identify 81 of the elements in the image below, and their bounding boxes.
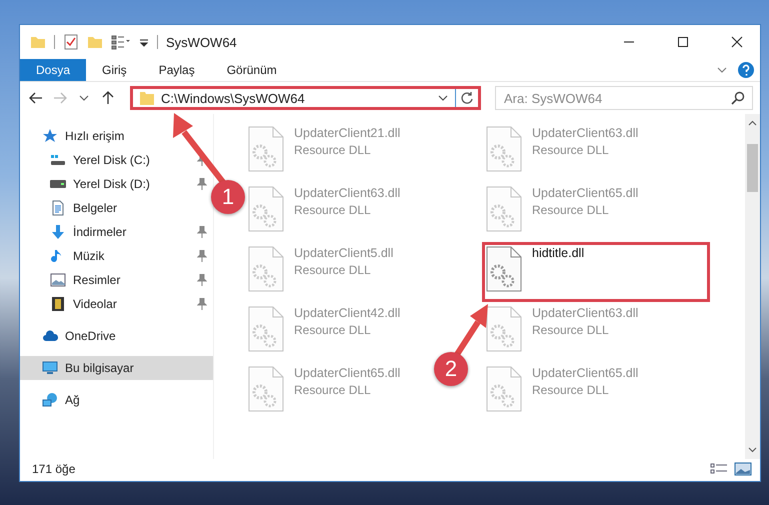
dll-file-icon (486, 366, 522, 412)
file-type: Resource DLL (532, 143, 610, 157)
item-count: 171 öğe (32, 462, 76, 476)
ribbon-tab[interactable]: Paylaş (142, 59, 211, 81)
file-name: UpdaterClient65.dll (532, 186, 638, 200)
ribbon-tab[interactable]: Dosya (20, 59, 86, 81)
video-icon (50, 296, 66, 312)
pc-icon (42, 360, 58, 376)
sidebar-item[interactable]: Hızlı erişim (20, 124, 213, 148)
dll-file-icon (248, 186, 284, 232)
sidebar-item[interactable]: Yerel Disk (D:) (20, 172, 213, 196)
ribbon-tab[interactable]: Giriş (86, 59, 143, 81)
file-name: UpdaterClient21.dll (294, 126, 400, 140)
dll-file-icon (486, 306, 522, 352)
file-name: UpdaterClient65.dll (532, 366, 638, 380)
right-arrow-icon (53, 92, 67, 104)
file-item[interactable]: hidtitle.dll (482, 242, 710, 302)
dll-file-icon (486, 246, 522, 292)
file-type: Resource DLL (532, 383, 610, 397)
file-type: Resource DLL (294, 203, 372, 217)
drive-win-icon (50, 152, 66, 168)
pin-icon[interactable] (197, 274, 207, 286)
ribbon-tab[interactable]: Görünüm (210, 59, 293, 81)
file-type: Resource DLL (294, 323, 372, 337)
maximize-icon (677, 36, 689, 48)
help-icon[interactable] (738, 62, 754, 78)
star-icon (42, 128, 58, 144)
properties-icon[interactable] (63, 34, 79, 50)
file-name: hidtitle.dll (532, 246, 584, 260)
sidebar-item[interactable]: İndirmeler (20, 220, 213, 244)
pin-icon[interactable] (197, 298, 207, 310)
search-icon (731, 91, 745, 105)
sidebar-item[interactable]: Bu bilgisayar (20, 356, 213, 380)
dll-file-icon (248, 126, 284, 172)
dll-file-icon (486, 186, 522, 232)
file-name: UpdaterClient63.dll (532, 126, 638, 140)
file-name: UpdaterClient63.dll (532, 306, 638, 320)
refresh-icon (460, 91, 474, 105)
close-icon (731, 36, 743, 48)
cloud-icon (42, 328, 58, 344)
docs-icon (50, 200, 66, 216)
details-view-icon[interactable] (710, 462, 728, 476)
file-type: Resource DLL (294, 263, 372, 277)
dll-file-icon (248, 306, 284, 352)
dll-file-icon (248, 366, 284, 412)
up-arrow-icon (102, 91, 114, 105)
file-name: UpdaterClient5.dll (294, 246, 394, 260)
scroll-up-icon[interactable] (748, 120, 757, 126)
download-icon (50, 224, 66, 240)
scroll-thumb[interactable] (747, 144, 758, 192)
view-options-icon[interactable] (111, 34, 131, 50)
sidebar-item[interactable]: OneDrive (20, 324, 213, 348)
dll-file-icon (248, 246, 284, 292)
sidebar-item[interactable]: Videolar (20, 292, 213, 316)
file-name: UpdaterClient42.dll (294, 306, 400, 320)
scroll-down-icon[interactable] (748, 447, 757, 453)
window-title: SysWOW64 (166, 34, 237, 50)
dll-file-icon (486, 126, 522, 172)
address-field[interactable]: C:\Windows\SysWOW64 (130, 86, 481, 110)
file-type: Resource DLL (532, 323, 610, 337)
caret-icon (79, 94, 89, 102)
pictures-icon (50, 272, 66, 288)
sidebar-item[interactable]: Ağ (20, 388, 213, 412)
folder-icon (139, 90, 155, 106)
file-type: Resource DLL (294, 383, 372, 397)
left-arrow-icon (29, 92, 43, 104)
file-name: UpdaterClient63.dll (294, 186, 400, 200)
sidebar-item[interactable]: Resimler (20, 268, 213, 292)
sidebar-item[interactable]: Belgeler (20, 196, 213, 220)
pin-icon[interactable] (197, 250, 207, 262)
file-name: UpdaterClient65.dll (294, 366, 400, 380)
network-icon (42, 392, 58, 408)
sidebar-item[interactable]: Yerel Disk (C:) (20, 148, 213, 172)
scrollbar[interactable] (745, 114, 760, 459)
pin-icon[interactable] (197, 226, 207, 238)
search-field[interactable]: Ara: SysWOW64 (495, 86, 753, 110)
pin-icon[interactable] (197, 178, 207, 190)
file-type: Resource DLL (294, 143, 372, 157)
file-type: Resource DLL (532, 203, 610, 217)
large-icons-view-icon[interactable] (734, 462, 752, 476)
sidebar-item[interactable]: Müzik (20, 244, 213, 268)
